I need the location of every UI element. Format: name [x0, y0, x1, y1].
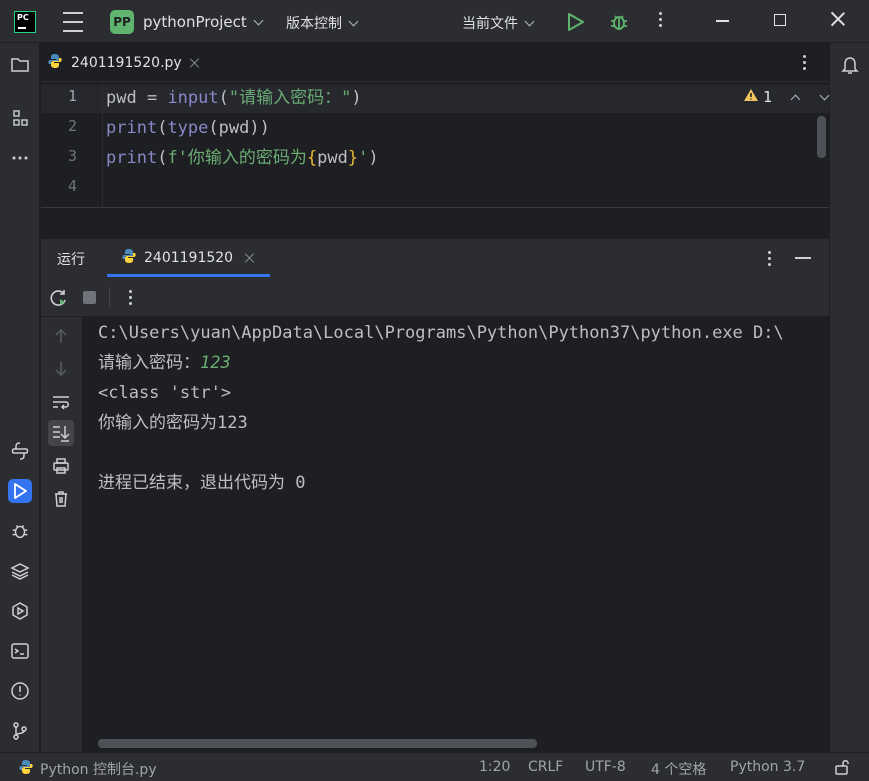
arrow-down-icon[interactable] [48, 356, 74, 382]
console-side-toolbar [41, 317, 82, 752]
tool-window-splitter[interactable] [41, 207, 829, 239]
close-tab-icon[interactable] [190, 58, 200, 68]
stop-icon[interactable] [83, 291, 96, 304]
main-menu-icon[interactable] [62, 12, 84, 32]
minimize-window-icon[interactable] [716, 20, 729, 22]
editor-tabs-more-icon[interactable] [803, 55, 806, 70]
python-icon [121, 248, 137, 268]
console-input-echo: 123 [200, 353, 231, 373]
editor-scrollbar[interactable] [817, 116, 826, 158]
console-line: C:\Users\yuan\AppData\Local\Programs\Pyt… [98, 323, 784, 343]
project-selector[interactable]: pythonProject [143, 13, 264, 31]
scroll-to-end-icon[interactable] [48, 420, 74, 446]
arrow-up-icon[interactable] [48, 323, 74, 349]
line-number: 4 [67, 177, 77, 195]
chevron-down-icon [524, 16, 535, 26]
code-line: print(type(pwd)) [106, 118, 270, 138]
close-window-icon[interactable] [831, 12, 845, 26]
caret-position[interactable]: 1:20 [479, 759, 510, 775]
console-horizontal-scrollbar[interactable] [98, 739, 537, 748]
next-highlight-icon[interactable] [819, 90, 830, 100]
editor-tab-label: 2401191520.py [71, 54, 182, 71]
right-tool-strip [829, 43, 869, 752]
line-number: 2 [67, 117, 77, 135]
interpreter[interactable]: Python 3.7 [730, 759, 805, 775]
close-run-tab-icon[interactable] [245, 253, 255, 263]
chevron-down-icon [348, 16, 359, 26]
notifications-icon[interactable] [838, 53, 862, 77]
structure-icon[interactable] [8, 106, 32, 130]
line-ending[interactable]: CRLF [528, 759, 563, 775]
chevron-down-icon [253, 15, 264, 25]
console-line: 请输入密码：123 [98, 353, 231, 373]
toolbar-separator [109, 287, 110, 307]
debug-icon[interactable] [608, 11, 630, 33]
python-console-icon[interactable] [8, 439, 32, 463]
more-tools-icon[interactable] [8, 146, 32, 170]
run-toolbar [41, 277, 829, 317]
pycharm-logo-icon[interactable]: PC [14, 11, 36, 33]
hide-tool-window-icon[interactable] [795, 257, 811, 259]
logo-text: PC [17, 13, 29, 22]
status-bar: Python 控制台.py 1:20 CRLF UTF-8 4 个空格 Pyth… [0, 752, 869, 781]
line-gutter: 1 2 3 4 [41, 83, 103, 207]
terminal-icon[interactable] [8, 639, 32, 663]
console-exit-line: 进程已结束，退出代码为 0 [98, 473, 306, 493]
inspection-widget[interactable]: 1 [743, 88, 830, 106]
title-bar: PC PP pythonProject 版本控制 当前文件 [0, 0, 869, 43]
project-badge[interactable]: PP [110, 10, 134, 34]
status-console-widget[interactable]: Python 控制台.py [18, 759, 157, 779]
indent-setting[interactable]: 4 个空格 [651, 759, 706, 779]
folder-icon[interactable] [8, 53, 32, 77]
run-icon[interactable] [567, 12, 585, 32]
more-run-actions-icon[interactable] [129, 290, 132, 305]
rerun-icon[interactable] [49, 288, 69, 312]
run-tab[interactable]: 2401191520 [107, 239, 269, 277]
previous-highlight-icon[interactable] [790, 94, 801, 104]
more-actions-icon[interactable] [655, 12, 665, 27]
project-name: pythonProject [143, 13, 247, 31]
layers-icon[interactable] [8, 559, 32, 583]
print-icon[interactable] [48, 453, 74, 479]
problems-icon[interactable] [8, 679, 32, 703]
run-tab-label: 2401191520 [144, 250, 234, 266]
run-tool-icon[interactable] [8, 479, 32, 503]
run-config-label: 当前文件 [462, 16, 518, 32]
code-editor[interactable]: 1 2 3 4 pwd = input("请输入密码：") print(type… [41, 83, 830, 207]
python-icon [47, 53, 63, 73]
editor-tab-bar: 2401191520.py [41, 43, 829, 82]
git-icon[interactable] [8, 719, 32, 743]
trash-icon[interactable] [48, 486, 74, 512]
services-icon[interactable] [8, 599, 32, 623]
status-console-label: Python 控制台.py [40, 762, 157, 778]
run-window-title: 运行 [57, 252, 85, 268]
run-tool-header: 运行 2401191520 [41, 239, 829, 277]
console-line: 你输入的密码为123 [98, 413, 248, 433]
maximize-window-icon[interactable] [774, 14, 786, 26]
line-number: 1 [67, 87, 77, 105]
code-line: print(f'你输入的密码为{pwd}') [106, 148, 379, 168]
unlock-icon[interactable] [833, 758, 851, 780]
line-number: 3 [67, 147, 77, 165]
vcs-menu[interactable]: 版本控制 [286, 13, 359, 33]
warning-count: 1 [763, 88, 773, 106]
code-line: pwd = input("请输入密码：") [106, 88, 362, 108]
run-config-selector[interactable]: 当前文件 [462, 13, 535, 33]
python-icon [18, 759, 34, 779]
console-line: <class 'str'> [98, 383, 232, 403]
left-tool-strip [0, 43, 40, 752]
run-console[interactable]: C:\Users\yuan\AppData\Local\Programs\Pyt… [82, 317, 829, 752]
vcs-label: 版本控制 [286, 16, 342, 32]
debug-tool-icon[interactable] [8, 519, 32, 543]
editor-tab[interactable]: 2401191520.py [47, 43, 200, 82]
file-encoding[interactable]: UTF-8 [585, 759, 626, 775]
soft-wrap-icon[interactable] [48, 389, 74, 415]
run-options-icon[interactable] [768, 251, 771, 266]
warning-icon [743, 88, 759, 106]
